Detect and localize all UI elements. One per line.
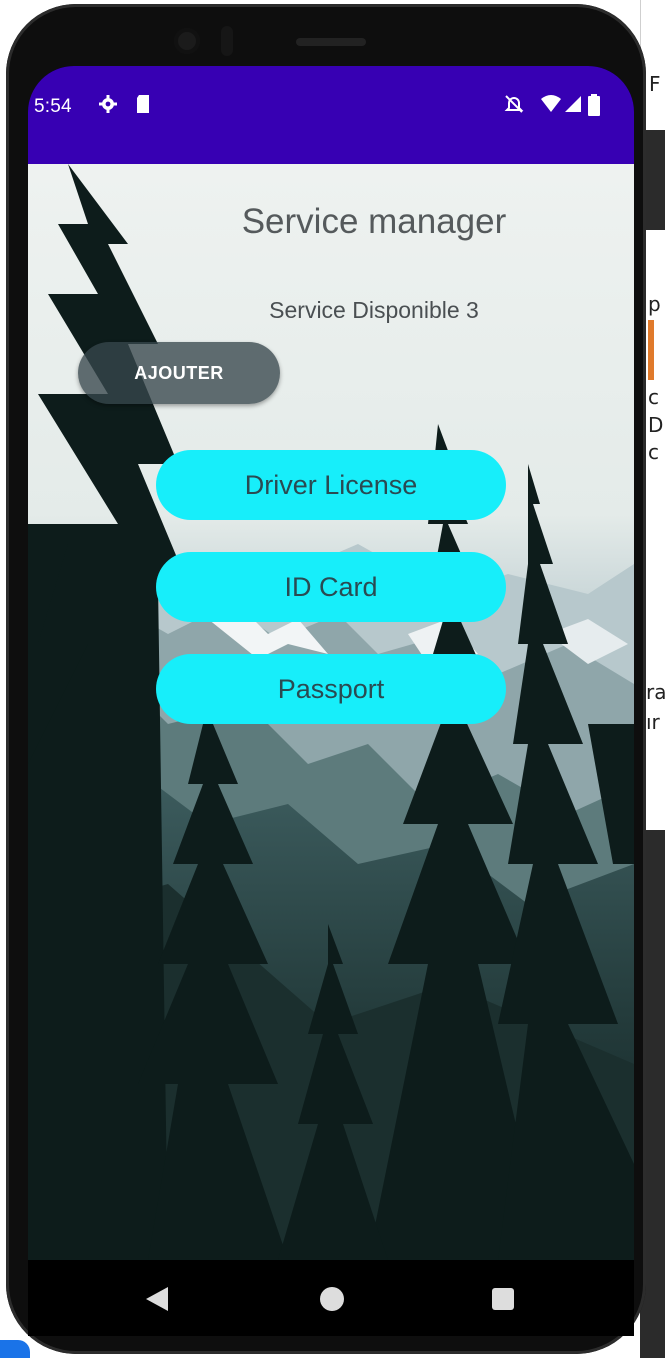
navigation-bar bbox=[28, 1260, 634, 1336]
ide-text-fragment: ra bbox=[646, 680, 665, 704]
driver-license-button[interactable]: Driver License bbox=[156, 450, 506, 520]
status-bar: 5:54 bbox=[28, 66, 634, 164]
page-title: Service manager bbox=[241, 202, 507, 241]
ide-text-fragment: c bbox=[648, 385, 659, 409]
id-card-button[interactable]: ID Card bbox=[156, 552, 506, 622]
app-content: Service manager Service Disponible 3 AJO… bbox=[28, 164, 634, 1260]
front-camera bbox=[174, 28, 200, 54]
add-service-button[interactable]: AJOUTER bbox=[78, 342, 280, 404]
ide-accent-bar bbox=[648, 320, 654, 380]
wifi-icon bbox=[540, 94, 562, 119]
ide-text-fragment: D bbox=[648, 413, 664, 437]
home-icon[interactable] bbox=[320, 1287, 344, 1311]
signal-icon bbox=[564, 94, 582, 119]
device-screen: 5:54 Service manager Service Disponible … bbox=[28, 66, 634, 1336]
recents-icon[interactable] bbox=[492, 1288, 514, 1310]
available-services-count: Service Disponible 3 bbox=[269, 297, 479, 323]
mute-icon bbox=[504, 94, 524, 119]
ide-text-fragment: p bbox=[648, 292, 661, 316]
phone-frame: 5:54 Service manager Service Disponible … bbox=[6, 4, 646, 1354]
status-time: 5:54 bbox=[34, 96, 72, 117]
earpiece-speaker bbox=[296, 38, 366, 46]
proximity-sensor bbox=[221, 26, 233, 56]
passport-button[interactable]: Passport bbox=[156, 654, 506, 724]
ide-text-fragment: F bbox=[649, 72, 661, 96]
taskbar-corner bbox=[0, 1340, 30, 1358]
ide-text-fragment: ır bbox=[646, 710, 660, 734]
battery-icon bbox=[588, 94, 600, 121]
ide-text-fragment: c bbox=[648, 440, 659, 464]
gear-icon bbox=[98, 94, 118, 119]
back-icon[interactable] bbox=[146, 1287, 168, 1311]
sd-card-icon bbox=[135, 94, 151, 119]
